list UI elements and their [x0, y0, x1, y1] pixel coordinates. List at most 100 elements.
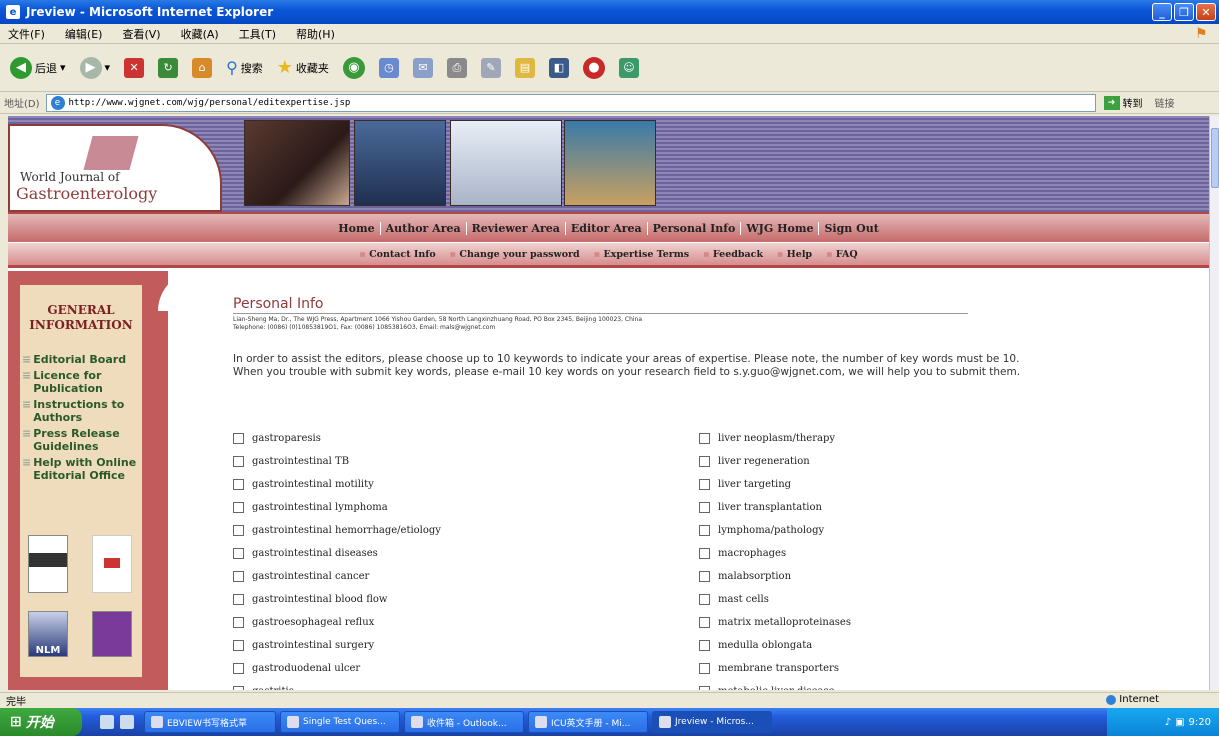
history-icon[interactable]: ◷	[378, 57, 399, 78]
keyword-item[interactable]: liver neoplasm/therapy	[699, 427, 1119, 450]
keyword-checkbox[interactable]	[699, 640, 710, 651]
keyword-item[interactable]: gastrointestinal motility	[233, 473, 653, 496]
keyword-item[interactable]: gastroduodenal ulcer	[233, 657, 653, 680]
nav-wjg-home[interactable]: WJG Home	[741, 221, 820, 235]
nav-reviewer-area[interactable]: Reviewer Area	[467, 221, 566, 235]
site-logo[interactable]: World Journal of Gastroenterology	[8, 124, 222, 212]
quicklaunch-desktop-icon[interactable]	[100, 715, 114, 729]
keyword-item[interactable]: gastrointestinal lymphoma	[233, 496, 653, 519]
volume-icon[interactable]: ♪	[1165, 717, 1171, 728]
keyword-item[interactable]: membrane transporters	[699, 657, 1119, 680]
subnav-help[interactable]: Help	[777, 249, 812, 260]
scroll-thumb[interactable]	[1211, 128, 1219, 188]
stop-icon[interactable]: ✕	[124, 57, 145, 78]
keyword-item[interactable]: liver transplantation	[699, 496, 1119, 519]
keyword-checkbox[interactable]	[699, 594, 710, 605]
folder-icon[interactable]: ▤	[514, 57, 535, 78]
keyword-checkbox[interactable]	[233, 571, 244, 582]
keyword-item[interactable]: gastrointestinal diseases	[233, 542, 653, 565]
task-button-4[interactable]: ICU英文手册 - Mi...	[528, 711, 648, 733]
keyword-item[interactable]: gastroparesis	[233, 427, 653, 450]
keyword-item[interactable]: gastritis	[233, 680, 653, 690]
quicklaunch-ie-icon[interactable]	[120, 715, 134, 729]
task-button-3[interactable]: 收件箱 - Outlook...	[404, 711, 524, 733]
forward-button[interactable]: ▶ ▾	[79, 56, 110, 79]
keyword-checkbox[interactable]	[699, 571, 710, 582]
print-icon[interactable]: ⎙	[446, 57, 467, 78]
nav-home[interactable]: Home	[333, 221, 381, 235]
keyword-item[interactable]: gastrointestinal blood flow	[233, 588, 653, 611]
menu-tools[interactable]: 工具(T)	[239, 26, 276, 42]
keyword-checkbox[interactable]	[233, 456, 244, 467]
subnav-change-password[interactable]: Change your password	[450, 249, 579, 260]
edit-icon[interactable]: ✎	[480, 57, 501, 78]
sidebar-item-help-online[interactable]: ≡ Help with Online Editorial Office	[22, 456, 142, 482]
sidebar-item-instructions[interactable]: ≡ Instructions to Authors	[22, 398, 142, 424]
menu-view[interactable]: 查看(V)	[122, 26, 160, 42]
keyword-item[interactable]: gastrointestinal surgery	[233, 634, 653, 657]
nav-personal-info[interactable]: Personal Info	[648, 221, 742, 235]
back-button[interactable]: ◀ 后退 ▾	[10, 56, 66, 79]
keyword-checkbox[interactable]	[699, 617, 710, 628]
home-icon[interactable]: ⌂	[192, 57, 213, 78]
menu-file[interactable]: 文件(F)	[8, 26, 45, 42]
subnav-faq[interactable]: FAQ	[826, 249, 858, 260]
keyword-checkbox[interactable]	[233, 686, 244, 690]
subnav-contact-info[interactable]: Contact Info	[359, 249, 436, 260]
mail-icon[interactable]: ✉	[412, 57, 433, 78]
nav-sign-out[interactable]: Sign Out	[819, 222, 883, 235]
keyword-checkbox[interactable]	[233, 479, 244, 490]
keyword-item[interactable]: malabsorption	[699, 565, 1119, 588]
keyword-item[interactable]: medulla oblongata	[699, 634, 1119, 657]
people-icon[interactable]: ☺	[618, 57, 639, 78]
keyword-checkbox[interactable]	[699, 433, 710, 444]
keyword-checkbox[interactable]	[233, 502, 244, 513]
maximize-button[interactable]: ❐	[1174, 3, 1194, 21]
links-label[interactable]: 链接	[1155, 95, 1175, 110]
keyword-checkbox[interactable]	[233, 594, 244, 605]
sidebar-item-editorial-board[interactable]: ≡ Editorial Board	[22, 353, 142, 366]
keyword-item[interactable]: lymphoma/pathology	[699, 519, 1119, 542]
journal-cover-thumb-2[interactable]	[92, 535, 132, 593]
start-button[interactable]: ⊞ 开始	[0, 708, 82, 736]
keyword-item[interactable]: macrophages	[699, 542, 1119, 565]
keyword-checkbox[interactable]	[699, 686, 710, 690]
keyword-item[interactable]: gastrointestinal cancer	[233, 565, 653, 588]
partner-logo[interactable]	[92, 611, 132, 657]
keyword-item[interactable]: matrix metalloproteinases	[699, 611, 1119, 634]
research-icon[interactable]: ●	[582, 56, 605, 79]
keyword-checkbox[interactable]	[233, 663, 244, 674]
media-icon[interactable]: ◉	[342, 56, 365, 79]
minimize-button[interactable]: _	[1152, 3, 1172, 21]
go-button[interactable]: ➜ 转到	[1103, 95, 1143, 110]
keyword-checkbox[interactable]	[699, 663, 710, 674]
keyword-item[interactable]: gastrointestinal TB	[233, 450, 653, 473]
keyword-item[interactable]: mast cells	[699, 588, 1119, 611]
nlm-logo[interactable]: NLM	[28, 611, 68, 657]
journal-cover-thumb-1[interactable]	[28, 535, 68, 593]
keyword-checkbox[interactable]	[233, 525, 244, 536]
search-button[interactable]: ⚲ 搜索	[226, 58, 263, 77]
keyword-checkbox[interactable]	[699, 502, 710, 513]
close-button[interactable]: ✕	[1196, 3, 1216, 21]
keyword-checkbox[interactable]	[233, 640, 244, 651]
menu-favorites[interactable]: 收藏(A)	[181, 26, 219, 42]
task-button-2[interactable]: Single Test Ques...	[280, 711, 400, 733]
keyword-item[interactable]: gastroesophageal reflux	[233, 611, 653, 634]
nav-author-area[interactable]: Author Area	[381, 221, 467, 235]
menu-edit[interactable]: 编辑(E)	[65, 26, 103, 42]
refresh-icon[interactable]: ↻	[158, 57, 179, 78]
keyword-checkbox[interactable]	[233, 548, 244, 559]
subnav-feedback[interactable]: Feedback	[703, 249, 763, 260]
keyword-checkbox[interactable]	[699, 479, 710, 490]
sidebar-item-press-release[interactable]: ≡ Press Release Guidelines	[22, 427, 142, 453]
keyword-item[interactable]: gastrointestinal hemorrhage/etiology	[233, 519, 653, 542]
network-icon[interactable]: ▣	[1175, 717, 1184, 728]
task-button-5[interactable]: Jreview - Micros...	[652, 711, 772, 733]
keyword-checkbox[interactable]	[699, 525, 710, 536]
keyword-item[interactable]: metabolic liver disease	[699, 680, 1119, 690]
keyword-checkbox[interactable]	[699, 548, 710, 559]
nav-editor-area[interactable]: Editor Area	[566, 221, 648, 235]
task-button-1[interactable]: EBVIEW书写格式草	[144, 711, 276, 733]
keyword-checkbox[interactable]	[699, 456, 710, 467]
